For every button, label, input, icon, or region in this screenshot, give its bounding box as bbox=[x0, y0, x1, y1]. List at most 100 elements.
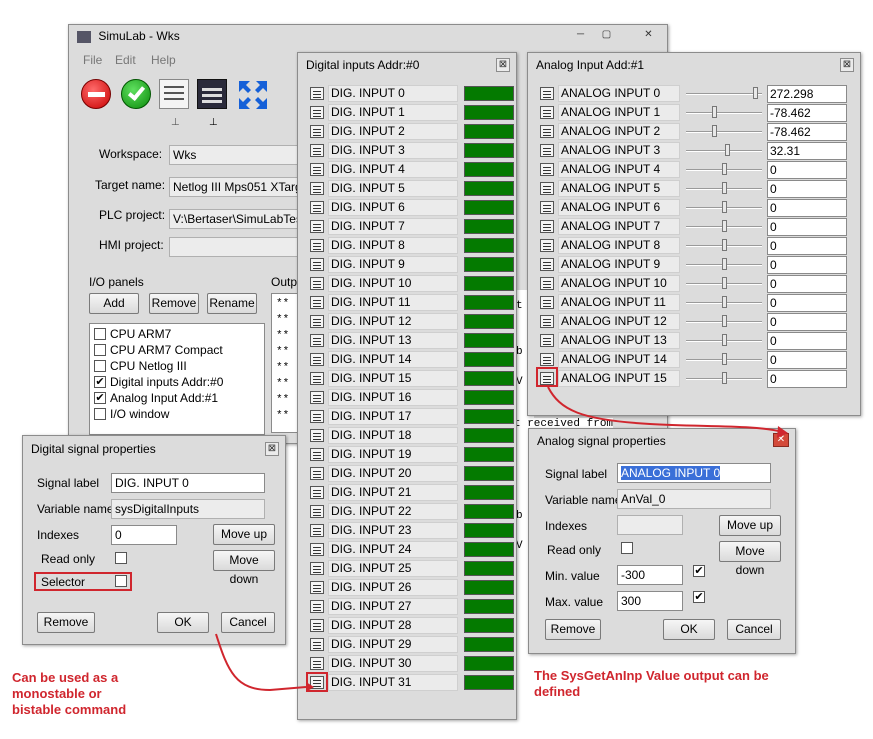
fullscreen-button[interactable] bbox=[237, 79, 269, 111]
digital-input-led[interactable] bbox=[464, 428, 514, 443]
io-panel-list[interactable]: CPU ARM7 CPU ARM7 Compact CPU Netlog III… bbox=[89, 323, 265, 435]
digital-input-led[interactable] bbox=[464, 542, 514, 557]
cancel-button[interactable]: Cancel bbox=[221, 612, 275, 633]
workspace-field[interactable]: Wks bbox=[169, 145, 309, 165]
signal-properties-icon[interactable] bbox=[540, 125, 554, 138]
run-button[interactable] bbox=[121, 79, 151, 109]
analog-value-field[interactable]: 0 bbox=[767, 161, 847, 179]
dialog-titlebar[interactable]: Analog signal properties bbox=[529, 429, 795, 453]
signal-properties-icon[interactable] bbox=[540, 315, 554, 328]
min-value-checkbox[interactable]: ✔ bbox=[693, 565, 705, 577]
menu-file[interactable]: File bbox=[83, 53, 102, 67]
signal-properties-icon[interactable] bbox=[310, 467, 324, 480]
analog-value-field[interactable]: 272.298 bbox=[767, 85, 847, 103]
digital-input-led[interactable] bbox=[464, 143, 514, 158]
digital-input-led[interactable] bbox=[464, 390, 514, 405]
digital-input-led[interactable] bbox=[464, 580, 514, 595]
analog-value-field[interactable]: 0 bbox=[767, 275, 847, 293]
digital-input-led[interactable] bbox=[464, 485, 514, 500]
analog-slider-thumb[interactable] bbox=[722, 182, 727, 194]
signal-properties-icon[interactable] bbox=[310, 619, 324, 632]
close-button[interactable]: ✕ bbox=[773, 433, 789, 447]
analog-slider-thumb[interactable] bbox=[722, 334, 727, 346]
analog-slider-thumb[interactable] bbox=[722, 372, 727, 384]
panel-checkbox[interactable] bbox=[94, 327, 106, 340]
signal-properties-icon[interactable] bbox=[540, 239, 554, 252]
signal-properties-icon[interactable] bbox=[540, 144, 554, 157]
analog-slider-thumb[interactable] bbox=[722, 353, 727, 365]
signal-properties-icon[interactable] bbox=[310, 448, 324, 461]
panel-checkbox[interactable] bbox=[94, 359, 106, 372]
signal-properties-icon[interactable] bbox=[310, 410, 324, 423]
digital-input-led[interactable] bbox=[464, 371, 514, 386]
analog-value-field[interactable]: 0 bbox=[767, 180, 847, 198]
signal-properties-icon[interactable] bbox=[310, 315, 324, 328]
analog-slider-track[interactable] bbox=[686, 93, 762, 95]
digital-input-led[interactable] bbox=[464, 314, 514, 329]
analog-slider-thumb[interactable] bbox=[725, 144, 730, 156]
digital-input-led[interactable] bbox=[464, 675, 514, 690]
close-button[interactable]: ✕ bbox=[640, 28, 657, 44]
list-item[interactable]: CPU ARM7 Compact bbox=[94, 342, 223, 358]
signal-properties-icon[interactable] bbox=[540, 277, 554, 290]
signal-label-input[interactable]: DIG. INPUT 0 bbox=[111, 473, 265, 493]
digital-input-led[interactable] bbox=[464, 352, 514, 367]
signal-properties-icon[interactable] bbox=[310, 220, 324, 233]
remove-button[interactable]: Remove bbox=[545, 619, 601, 640]
digital-input-led[interactable] bbox=[464, 162, 514, 177]
move-up-button[interactable]: Move up bbox=[719, 515, 781, 536]
signal-properties-icon[interactable] bbox=[310, 429, 324, 442]
panel-checkbox[interactable] bbox=[94, 407, 106, 420]
max-value-input[interactable]: 300 bbox=[617, 591, 683, 611]
menu-help[interactable]: Help bbox=[151, 53, 176, 67]
rename-panel-button[interactable]: Rename bbox=[207, 293, 257, 314]
digital-input-led[interactable] bbox=[464, 504, 514, 519]
properties-button[interactable] bbox=[159, 79, 189, 109]
signal-label-input[interactable]: ANALOG INPUT 0 bbox=[617, 463, 771, 483]
analog-slider-track[interactable] bbox=[686, 112, 762, 114]
move-down-button[interactable]: Move down bbox=[213, 550, 275, 586]
analog-value-field[interactable]: 32.31 bbox=[767, 142, 847, 160]
signal-properties-icon[interactable] bbox=[310, 201, 324, 214]
read-only-checkbox[interactable] bbox=[621, 542, 633, 554]
analog-slider-track[interactable] bbox=[686, 150, 762, 152]
signal-properties-icon[interactable] bbox=[310, 296, 324, 309]
analog-slider-thumb[interactable] bbox=[722, 163, 727, 175]
signal-properties-icon[interactable] bbox=[310, 543, 324, 556]
maximize-button[interactable]: ▢ bbox=[598, 28, 615, 44]
list-item[interactable]: ✔ Digital inputs Addr:#0 bbox=[94, 374, 223, 390]
analog-slider-thumb[interactable] bbox=[722, 201, 727, 213]
signal-properties-icon[interactable] bbox=[310, 163, 324, 176]
panel-checkbox[interactable] bbox=[94, 343, 106, 356]
digital-input-led[interactable] bbox=[464, 409, 514, 424]
plc-field[interactable]: V:\Bertaser\SimuLabTest\ bbox=[169, 209, 309, 229]
analog-value-field[interactable]: 0 bbox=[767, 313, 847, 331]
max-value-checkbox[interactable]: ✔ bbox=[693, 591, 705, 603]
digital-input-led[interactable] bbox=[464, 599, 514, 614]
list-item[interactable]: I/O window bbox=[94, 406, 169, 422]
selector-checkbox[interactable] bbox=[115, 575, 127, 587]
signal-properties-icon[interactable] bbox=[540, 106, 554, 119]
signal-properties-icon[interactable] bbox=[310, 391, 324, 404]
digital-input-led[interactable] bbox=[464, 333, 514, 348]
signal-properties-icon[interactable] bbox=[310, 144, 324, 157]
list-item[interactable]: ✔ Analog Input Add:#1 bbox=[94, 390, 218, 406]
signal-properties-icon[interactable] bbox=[310, 182, 324, 195]
signal-properties-icon[interactable] bbox=[310, 258, 324, 271]
digital-input-led[interactable] bbox=[464, 637, 514, 652]
digital-input-led[interactable] bbox=[464, 295, 514, 310]
move-down-button[interactable]: Move down bbox=[719, 541, 781, 577]
signal-properties-icon[interactable] bbox=[540, 163, 554, 176]
signal-properties-icon[interactable] bbox=[540, 353, 554, 366]
analog-slider-thumb[interactable] bbox=[753, 87, 758, 99]
panel-checkbox[interactable]: ✔ bbox=[94, 391, 106, 404]
dialog-titlebar[interactable]: Digital signal properties bbox=[23, 436, 285, 462]
signal-properties-icon[interactable] bbox=[310, 562, 324, 575]
signal-properties-icon[interactable] bbox=[310, 277, 324, 290]
signal-properties-icon[interactable] bbox=[310, 581, 324, 594]
digital-input-led[interactable] bbox=[464, 200, 514, 215]
close-button[interactable]: ⊠ bbox=[496, 58, 510, 72]
signal-properties-icon[interactable] bbox=[310, 657, 324, 670]
analog-inputs-titlebar[interactable]: Analog Input Add:#1 bbox=[528, 53, 860, 77]
digital-input-led[interactable] bbox=[464, 466, 514, 481]
